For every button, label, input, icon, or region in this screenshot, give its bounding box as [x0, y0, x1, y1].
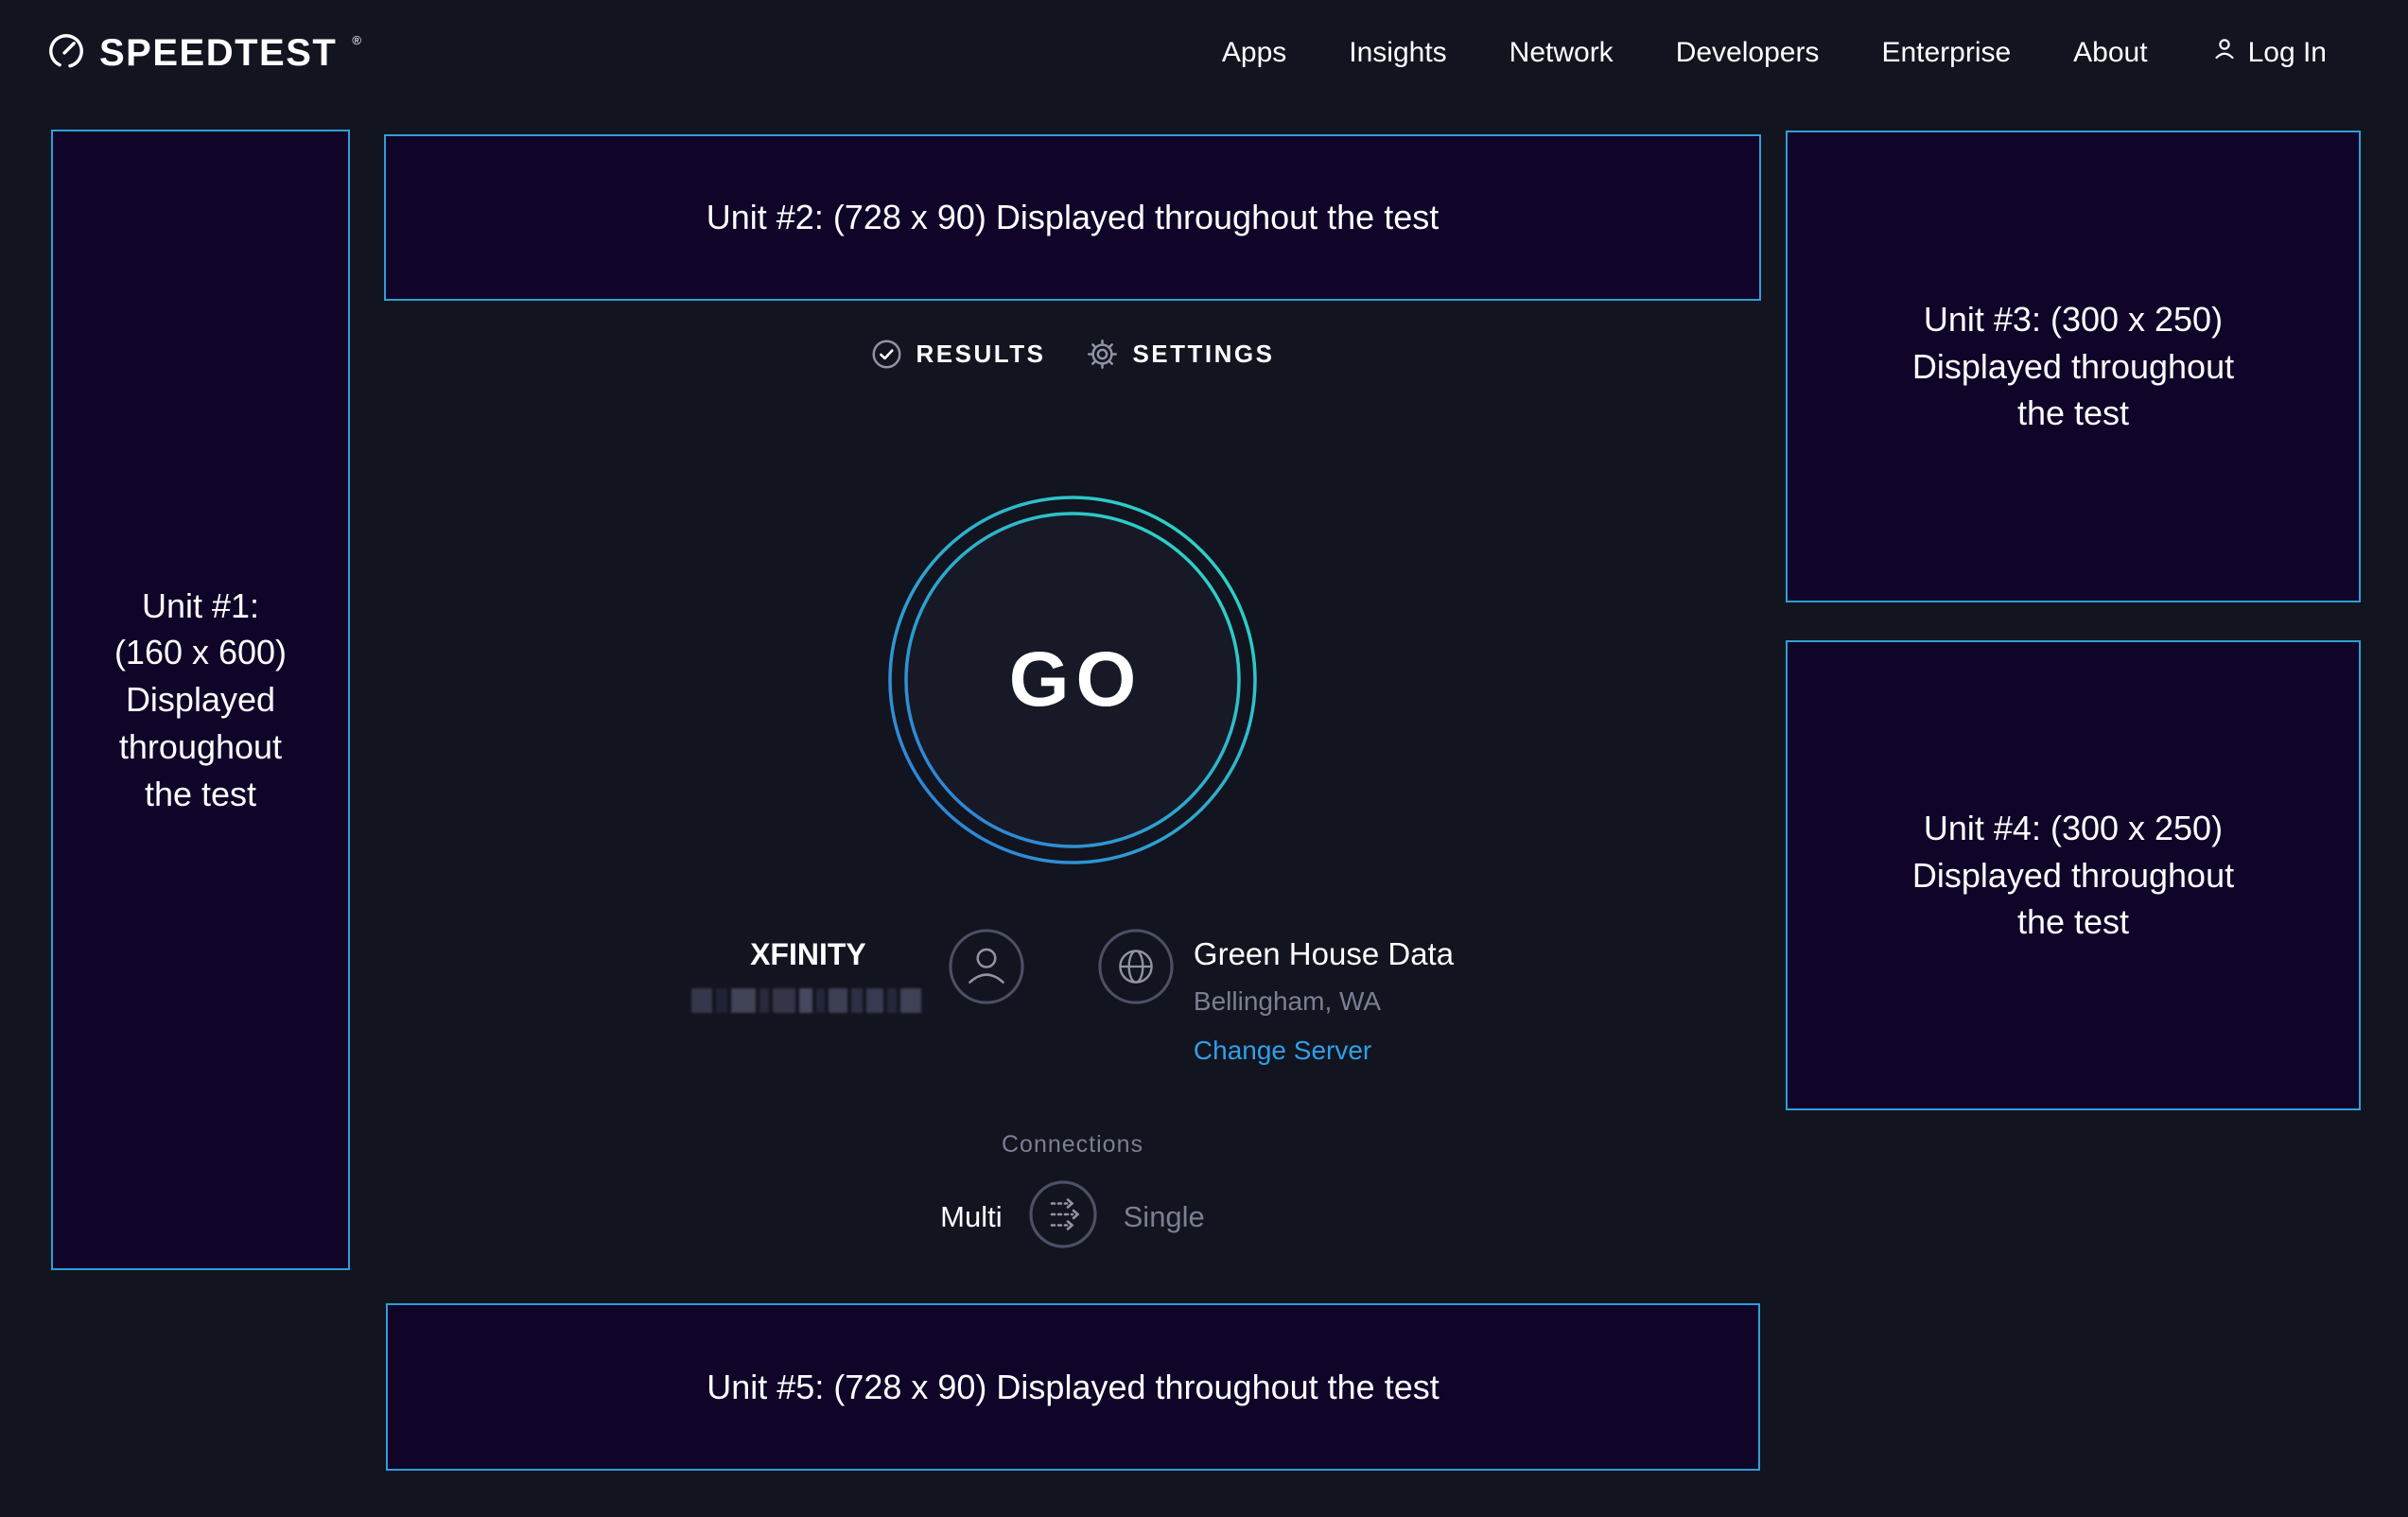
connections-multi-option[interactable]: Multi — [940, 1200, 1002, 1234]
server-location: Bellingham, WA — [1194, 986, 1381, 1017]
connections-label: Connections — [384, 1131, 1761, 1159]
logo-wordmark: SPEEDTEST — [99, 32, 337, 75]
speedtest-page: SPEEDTEST ® Apps Insights Network Develo… — [0, 0, 2408, 1517]
redacted-ip — [691, 988, 925, 1013]
ad-unit-5-text: Unit #5: (728 x 90) Displayed throughout… — [707, 1364, 1439, 1411]
user-icon — [2210, 35, 2239, 71]
speedometer-icon — [46, 31, 86, 76]
ad-unit-5[interactable]: Unit #5: (728 x 90) Displayed throughout… — [386, 1303, 1760, 1471]
ad-unit-2-text: Unit #2: (728 x 90) Displayed throughout… — [707, 194, 1439, 241]
results-settings-tabs: RESULTS SETTINGS — [384, 339, 1761, 370]
tab-settings[interactable]: SETTINGS — [1087, 339, 1274, 370]
tab-results-label: RESULTS — [916, 340, 1046, 369]
nav-item-apps[interactable]: Apps — [1222, 37, 1286, 69]
isp-block: XFINITY — [691, 935, 925, 1066]
change-server-link[interactable]: Change Server — [1194, 1036, 1371, 1066]
logo-trademark: ® — [352, 33, 361, 47]
top-nav-bar: SPEEDTEST ® Apps Insights Network Develo… — [0, 0, 2408, 106]
ad-unit-4[interactable]: Unit #4: (300 x 250) Displayed throughou… — [1786, 640, 2361, 1110]
gear-icon — [1087, 339, 1118, 370]
nav-item-about[interactable]: About — [2073, 37, 2147, 69]
server-globe-icon — [1097, 928, 1175, 1066]
host-info-row: XFINITY Green House Data Belli — [384, 922, 1761, 1066]
tab-results[interactable]: RESULTS — [871, 339, 1046, 370]
isp-name: XFINITY — [750, 935, 866, 973]
connections-row: Multi Single — [384, 1178, 1761, 1255]
go-button[interactable]: GO — [883, 491, 1262, 869]
ad-unit-3-text: Unit #3: (300 x 250) Displayed throughou… — [1912, 296, 2234, 437]
nav-menu: Apps Insights Network Developers Enterpr… — [1222, 0, 2327, 106]
isp-user-icon — [948, 928, 1025, 1066]
go-button-label: GO — [883, 491, 1262, 869]
ad-unit-2[interactable]: Unit #2: (728 x 90) Displayed throughout… — [384, 134, 1761, 301]
ad-unit-1[interactable]: Unit #1: (160 x 600) Displayed throughou… — [51, 130, 350, 1270]
connections-single-option[interactable]: Single — [1124, 1200, 1205, 1234]
connections-toggle-icon[interactable] — [1027, 1178, 1099, 1255]
login-label: Log In — [2248, 37, 2327, 69]
nav-item-developers[interactable]: Developers — [1676, 37, 1820, 69]
login-button[interactable]: Log In — [2210, 35, 2327, 71]
ad-unit-4-text: Unit #4: (300 x 250) Displayed throughou… — [1912, 805, 2234, 946]
nav-item-network[interactable]: Network — [1509, 37, 1614, 69]
speedtest-logo[interactable]: SPEEDTEST ® — [46, 31, 359, 76]
ad-unit-1-text: Unit #1: (160 x 600) Displayed throughou… — [114, 583, 287, 817]
host-row-spacer — [1025, 922, 1097, 1066]
nav-item-enterprise[interactable]: Enterprise — [1881, 37, 2011, 69]
nav-item-insights[interactable]: Insights — [1349, 37, 1446, 69]
check-circle-icon — [871, 339, 902, 370]
server-name: Green House Data — [1194, 935, 1454, 973]
ad-unit-3[interactable]: Unit #3: (300 x 250) Displayed throughou… — [1786, 131, 2361, 602]
tab-settings-label: SETTINGS — [1132, 340, 1274, 369]
server-block: Green House Data Bellingham, WA Change S… — [1194, 935, 1454, 1066]
